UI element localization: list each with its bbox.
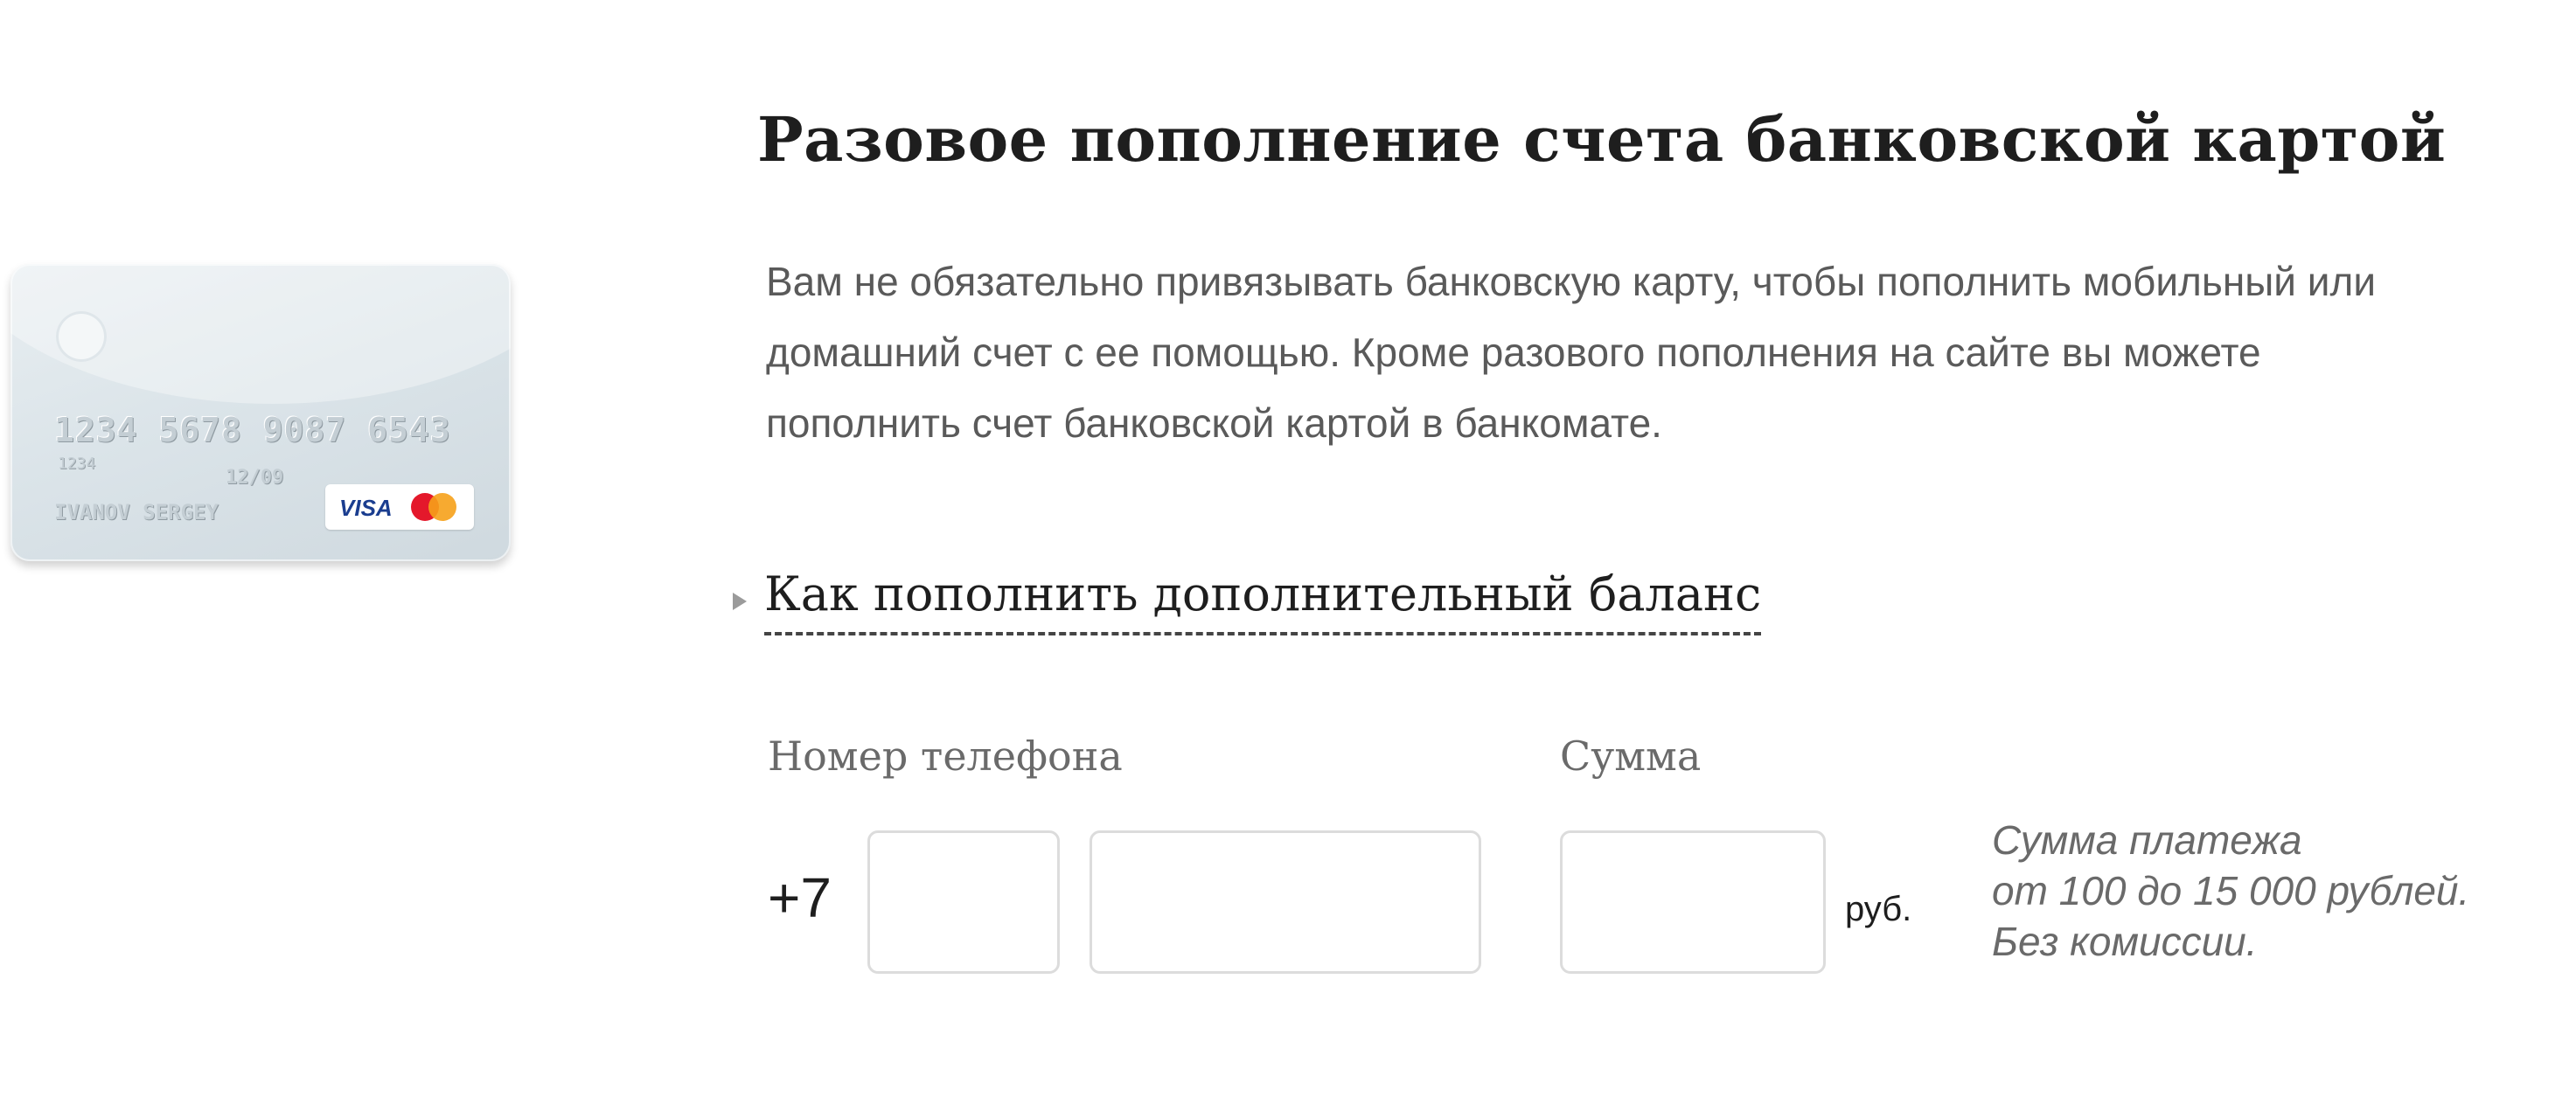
additional-balance-expander[interactable]: Как пополнить дополнительный баланс	[733, 566, 1762, 635]
sum-input[interactable]	[1560, 830, 1826, 974]
additional-balance-link[interactable]: Как пополнить дополнительный баланс	[764, 566, 1762, 635]
visa-logo: VISA	[339, 495, 393, 521]
triangle-right-icon	[733, 592, 747, 610]
payment-note: Сумма платежа от 100 до 15 000 рублей. Б…	[1992, 815, 2469, 967]
mastercard-logo	[406, 493, 462, 521]
payment-logos: VISA	[325, 484, 474, 530]
sum-label: Сумма	[1560, 733, 1702, 780]
card-expiry: 12/09	[226, 467, 284, 489]
phone-number-label: Номер телефона	[768, 733, 1123, 780]
country-code-prefix: +7	[768, 866, 832, 929]
payment-note-line: Без комиссии.	[1992, 919, 2258, 964]
payment-note-line: от 100 до 15 000 рублей.	[1992, 868, 2470, 913]
page-title: Разовое пополнение счета банковской карт…	[757, 103, 2447, 176]
currency-label: руб.	[1845, 890, 1912, 928]
phone-code-input[interactable]	[867, 830, 1060, 974]
card-number: 1234 5678 9087 6543	[54, 411, 451, 449]
card-chip-icon	[56, 311, 107, 362]
bank-card-illustration: 1234 5678 9087 6543 1234 12/09 IVANOV SE…	[10, 264, 511, 561]
card-small-number: 1234	[58, 455, 96, 473]
card-holder-name: IVANOV SERGEY	[54, 500, 219, 524]
mastercard-orange-circle	[428, 493, 456, 521]
payment-note-line: Сумма платежа	[1992, 817, 2302, 863]
phone-number-input[interactable]	[1090, 830, 1481, 974]
description-text: Вам не обязательно привязывать банковску…	[766, 259, 2377, 446]
